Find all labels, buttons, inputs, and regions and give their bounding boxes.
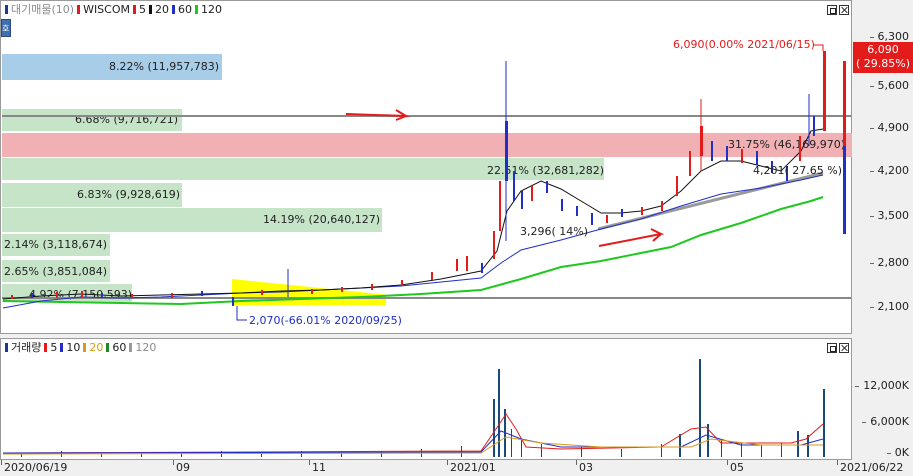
price-chart-panel[interactable]: 대기매물(10) WISCOM 5 20 60 120 호 8.22% (11,… bbox=[0, 0, 852, 334]
x-tick: 2020/06/19 bbox=[0, 460, 68, 474]
y-tick: 5,600 bbox=[869, 79, 909, 92]
date-x-axis: 2020/06/19 09 11 2021/01 03 05 2021/06/2… bbox=[0, 460, 913, 476]
ma120-line bbox=[2, 196, 824, 306]
x-tick: 03 bbox=[576, 460, 593, 474]
y-tick: 12,000K bbox=[855, 379, 909, 392]
y-tick: 4,900 bbox=[869, 121, 909, 134]
volume-chart-svg bbox=[2, 359, 825, 457]
x-tick: 11 bbox=[309, 460, 326, 474]
current-price-value: 6,090 bbox=[867, 43, 899, 56]
x-tick: 09 bbox=[173, 460, 190, 474]
y-tick: 3,500 bbox=[869, 209, 909, 222]
annotation-arrow-icon bbox=[345, 109, 410, 121]
volume-bars bbox=[21, 359, 825, 457]
y-tick: 2,100 bbox=[869, 300, 909, 313]
pattern-label: 4,201( 27.65 %) bbox=[753, 164, 843, 177]
y-tick: 6,000K bbox=[862, 415, 909, 428]
pattern-label: 3,296( 14%) bbox=[520, 225, 589, 238]
high-price-annotation: 6,090(0.00% 2021/06/15) bbox=[673, 38, 815, 51]
current-price-badge: 6,090 ( 29.85%) bbox=[853, 42, 913, 73]
y-tick: 4,200 bbox=[869, 164, 909, 177]
y-tick: 0K bbox=[886, 446, 909, 459]
x-tick: 2021/06/22 bbox=[836, 460, 904, 474]
volume-y-axis: 12,000K 6,000K 0K bbox=[853, 338, 913, 460]
price-range-bar-up bbox=[843, 61, 846, 151]
candles bbox=[11, 51, 826, 306]
trend-line bbox=[597, 171, 824, 231]
annotation-arrow-icon bbox=[598, 228, 665, 247]
current-price-change: ( 29.85%) bbox=[855, 57, 911, 70]
low-price-annotation: 2,070(-66.01% 2020/09/25) bbox=[249, 314, 402, 327]
price-range-bar-down bbox=[843, 146, 846, 234]
x-tick: 2021/01 bbox=[447, 460, 496, 474]
ma60-line bbox=[2, 174, 824, 309]
y-tick: 2,800 bbox=[869, 256, 909, 269]
volume-chart-panel[interactable]: 거래량 5 10 20 60 120 bbox=[0, 338, 852, 460]
low-marker-line bbox=[236, 306, 247, 321]
x-tick: 05 bbox=[727, 460, 744, 474]
